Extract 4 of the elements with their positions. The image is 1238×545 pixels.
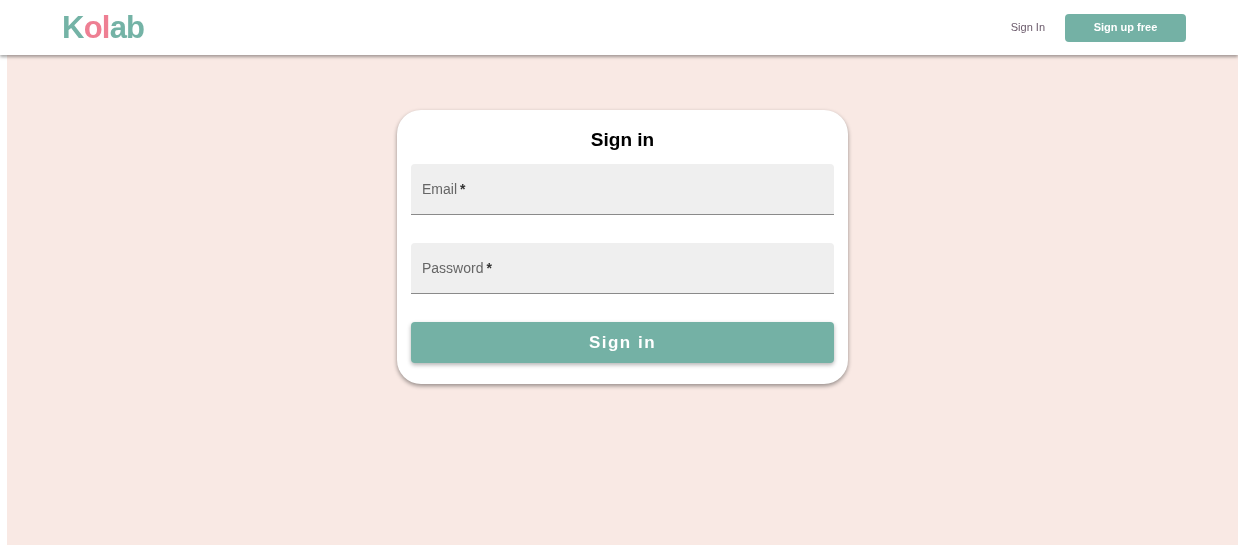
form-title: Sign in (589, 128, 656, 152)
input-field[interactable]: Email * (411, 164, 834, 215)
input-field[interactable]: Password * (411, 243, 834, 294)
sign-in-link[interactable]: Sign In (1006, 19, 1049, 36)
